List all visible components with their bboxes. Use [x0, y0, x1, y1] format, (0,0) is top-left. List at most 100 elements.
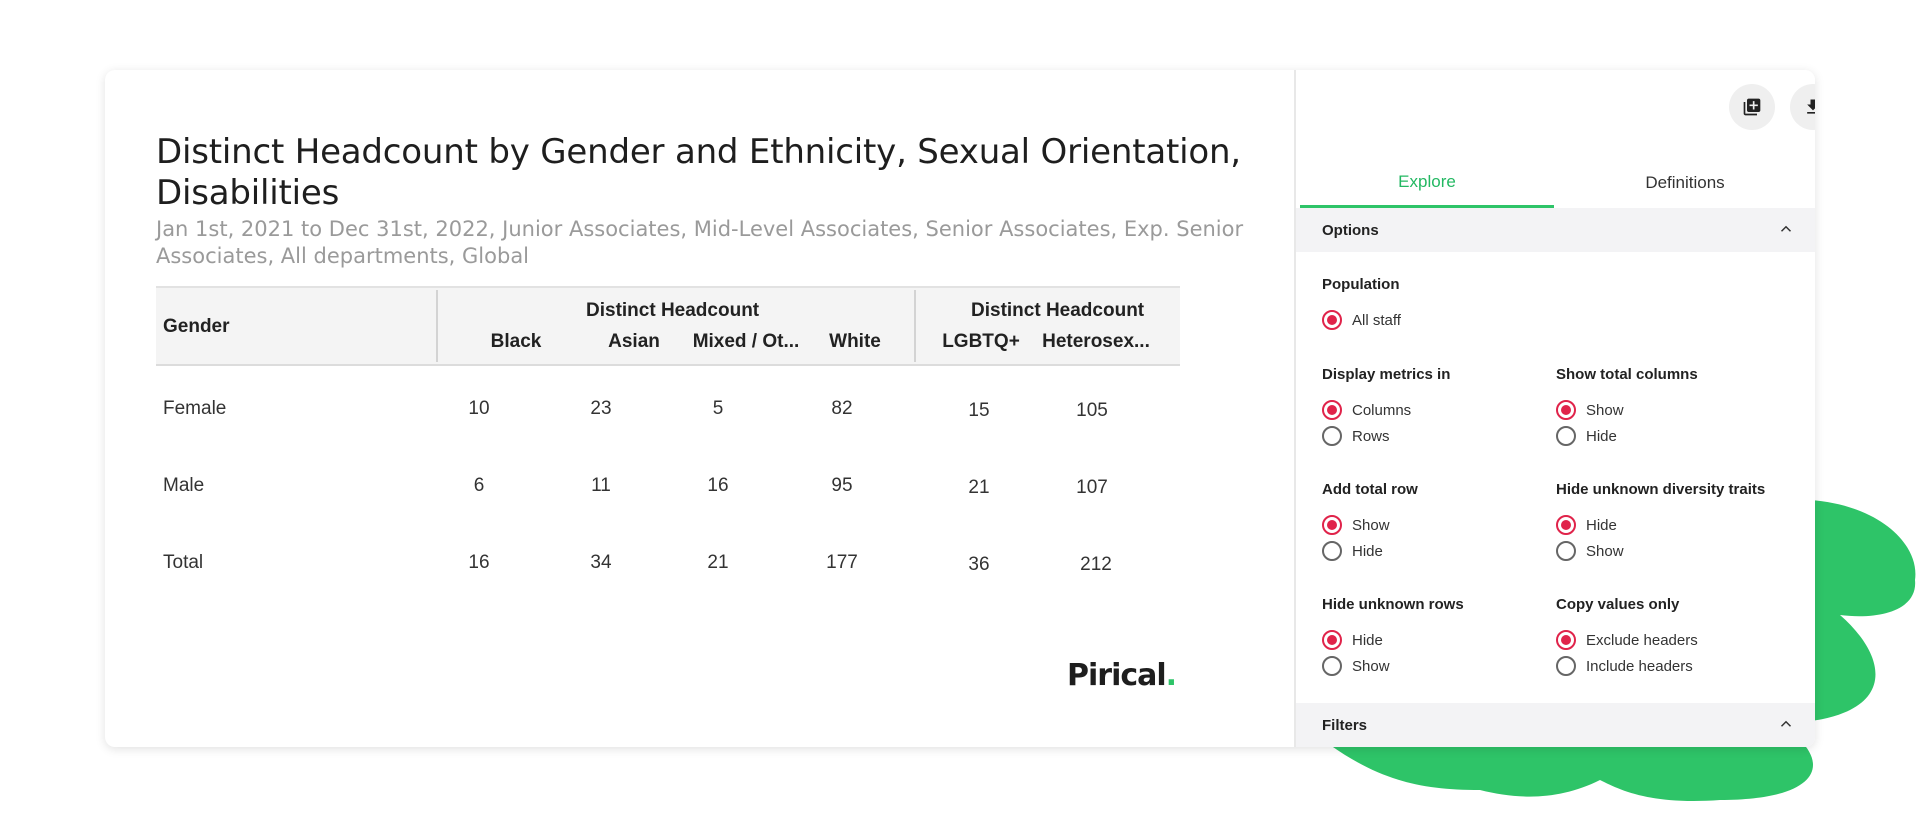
- option-label: Columns: [1352, 401, 1412, 419]
- cell-asian: 34: [590, 552, 612, 573]
- options-section-header[interactable]: Options: [1296, 208, 1815, 252]
- cell-white: 177: [826, 552, 858, 573]
- copy-values-only-label: Copy values only: [1556, 596, 1680, 613]
- radio-unselected: [1322, 426, 1342, 446]
- tab-definitions[interactable]: Definitions: [1558, 158, 1812, 208]
- column-header-mixed: Mixed / Ot...: [692, 331, 800, 352]
- radio-copy-exclude-headers[interactable]: Exclude headers: [1556, 630, 1698, 650]
- row-label: Total: [163, 552, 204, 573]
- group-header-orientation: Distinct Headcount: [971, 300, 1145, 321]
- radio-total-row-show[interactable]: Show: [1322, 515, 1390, 535]
- options-header-label: Options: [1322, 221, 1379, 239]
- column-divider: [914, 290, 916, 362]
- tab-explore[interactable]: Explore: [1300, 158, 1554, 208]
- option-label: Exclude headers: [1586, 631, 1698, 649]
- radio-unknown-rows-hide[interactable]: Hide: [1322, 630, 1383, 650]
- hide-unknown-traits-label: Hide unknown diversity traits: [1556, 481, 1766, 498]
- radio-unselected: [1322, 656, 1342, 676]
- option-label: Show: [1586, 542, 1624, 560]
- cell-black: 10: [468, 398, 490, 419]
- table-row: Male 6 11 16 95 21 107: [156, 443, 1180, 520]
- radio-selected: [1556, 515, 1576, 535]
- display-metrics-label: Display metrics in: [1322, 366, 1451, 383]
- group-header-ethnicity: Distinct Headcount: [586, 300, 760, 321]
- report-card: Distinct Headcount by Gender and Ethnici…: [105, 70, 1815, 747]
- table-row: Female 10 23 5 82 15 105: [156, 366, 1180, 443]
- option-label: Show: [1586, 401, 1624, 419]
- radio-display-columns[interactable]: Columns: [1322, 400, 1411, 420]
- report-subtitle: Jan 1st, 2021 to Dec 31st, 2022, Junior …: [156, 217, 1244, 268]
- radio-unknown-rows-show[interactable]: Show: [1322, 656, 1390, 676]
- headcount-table: Gender Distinct Headcount Black Asian Mi…: [156, 286, 1180, 597]
- report-pane: Distinct Headcount by Gender and Ethnici…: [105, 70, 1294, 747]
- radio-population-all-staff[interactable]: All staff: [1322, 310, 1401, 330]
- column-header-white: White: [829, 331, 881, 352]
- report-title: Distinct Headcount by Gender and Ethnici…: [156, 132, 1241, 213]
- show-total-columns-label: Show total columns: [1556, 366, 1698, 383]
- radio-display-rows[interactable]: Rows: [1322, 426, 1390, 446]
- option-label: Include headers: [1586, 657, 1693, 675]
- option-label: Hide: [1586, 427, 1617, 445]
- option-label: Rows: [1352, 427, 1390, 445]
- download-icon: [1807, 99, 1815, 114]
- cell-lgbtq: 21: [968, 477, 990, 498]
- cell-lgbtq: 15: [968, 400, 990, 421]
- panel-tabs: Explore Definitions: [1296, 158, 1815, 208]
- cell-mixed: 5: [712, 398, 724, 419]
- chevron-up-icon: [1780, 225, 1792, 232]
- radio-selected: [1322, 630, 1342, 650]
- column-header-black: Black: [490, 331, 542, 352]
- hide-unknown-rows-label: Hide unknown rows: [1322, 596, 1464, 613]
- radio-selected: [1556, 630, 1576, 650]
- add-total-row-label: Add total row: [1322, 481, 1418, 498]
- column-header-gender: Gender: [163, 316, 230, 337]
- cell-asian: 11: [591, 475, 611, 496]
- radio-unknown-traits-hide[interactable]: Hide: [1556, 515, 1617, 535]
- column-header-asian: Asian: [608, 331, 660, 352]
- radio-total-columns-hide[interactable]: Hide: [1556, 426, 1617, 446]
- radio-selected: [1322, 515, 1342, 535]
- cell-asian: 23: [590, 398, 612, 419]
- column-header-lgbtq: LGBTQ+: [942, 331, 1020, 352]
- cell-lgbtq: 36: [968, 554, 990, 575]
- column-header-heterosexual: Heterosex...: [1042, 331, 1150, 352]
- option-label: All staff: [1352, 311, 1401, 329]
- cell-white: 82: [831, 398, 853, 419]
- row-label: Female: [163, 398, 227, 419]
- cell-heterosexual: 107: [1076, 477, 1108, 498]
- radio-selected: [1556, 400, 1576, 420]
- option-label: Show: [1352, 516, 1390, 534]
- table-row: Total 16 34 21 177 36 212: [156, 520, 1180, 597]
- cell-heterosexual: 212: [1080, 554, 1112, 575]
- population-label: Population: [1322, 276, 1400, 293]
- option-label: Hide: [1352, 631, 1383, 649]
- option-label: Show: [1352, 657, 1390, 675]
- radio-unselected: [1556, 541, 1576, 561]
- option-label: Hide: [1352, 542, 1383, 560]
- radio-unselected: [1556, 426, 1576, 446]
- filters-section-header[interactable]: Filters: [1296, 703, 1815, 747]
- cell-mixed: 21: [707, 552, 729, 573]
- cell-black: 6: [473, 475, 485, 496]
- cell-white: 95: [831, 475, 853, 496]
- radio-total-row-hide[interactable]: Hide: [1322, 541, 1383, 561]
- column-divider: [436, 290, 438, 362]
- radio-unselected: [1556, 656, 1576, 676]
- explore-panel: Explore Definitions Options Population A…: [1294, 70, 1815, 747]
- radio-unselected: [1322, 541, 1342, 561]
- row-label: Male: [163, 475, 205, 496]
- add-to-collection-icon: [1743, 98, 1761, 116]
- cell-mixed: 16: [707, 475, 729, 496]
- add-to-collection-button[interactable]: [1729, 84, 1775, 130]
- cell-black: 16: [468, 552, 490, 573]
- option-label: Hide: [1586, 516, 1617, 534]
- chevron-up-icon: [1780, 720, 1792, 727]
- download-button[interactable]: [1790, 84, 1815, 130]
- radio-total-columns-show[interactable]: Show: [1556, 400, 1624, 420]
- radio-selected: [1322, 310, 1342, 330]
- radio-copy-include-headers[interactable]: Include headers: [1556, 656, 1693, 676]
- pirical-logo: Pirical.: [1067, 658, 1177, 693]
- cell-heterosexual: 105: [1076, 400, 1108, 421]
- radio-unknown-traits-show[interactable]: Show: [1556, 541, 1624, 561]
- filters-header-label: Filters: [1322, 716, 1368, 734]
